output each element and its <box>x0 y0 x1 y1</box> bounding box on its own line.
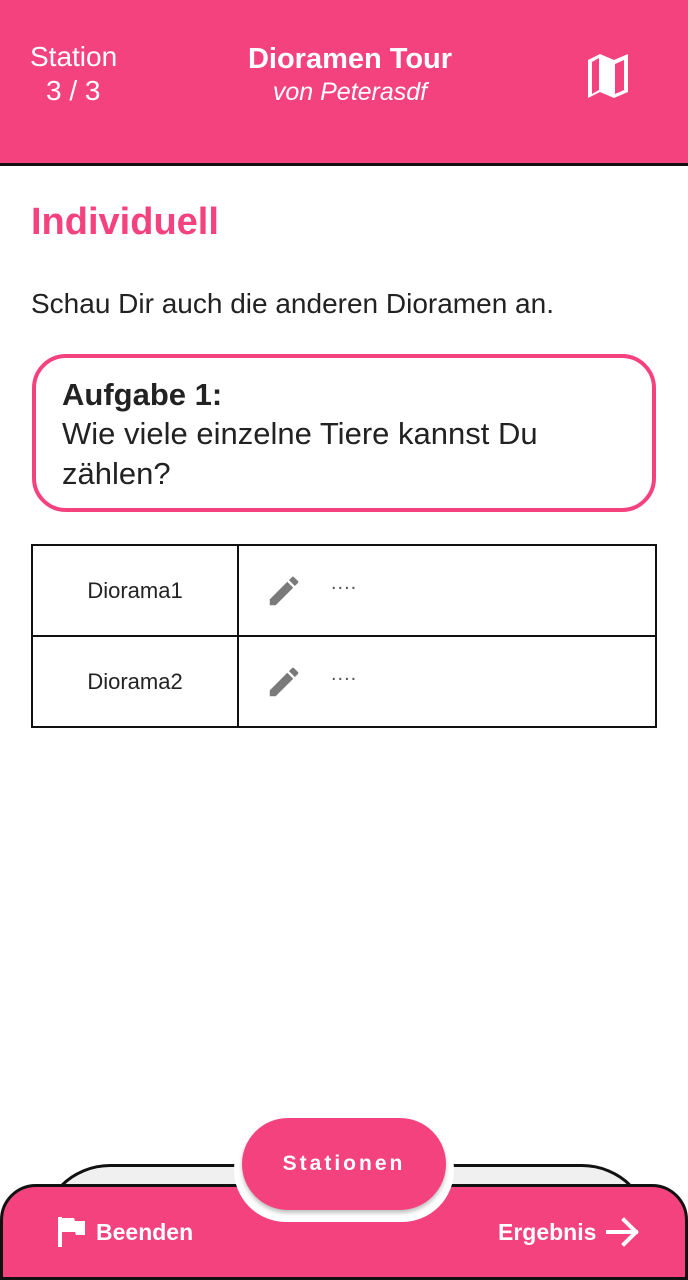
station-heading: Individuell <box>31 201 219 243</box>
answer-cell[interactable]: .... <box>237 544 657 637</box>
answer-value: .... <box>331 663 358 685</box>
table-row: Diorama1 .... <box>31 544 657 637</box>
station-indicator: Station 3 / 3 <box>30 40 130 108</box>
station-count: 3 / 3 <box>46 75 101 106</box>
end-button[interactable]: Beenden <box>56 1212 193 1252</box>
row-name: Diorama1 <box>31 544 239 637</box>
result-button[interactable]: Ergebnis <box>498 1212 640 1252</box>
intro-text: Schau Dir auch die anderen Dioramen an. <box>31 288 554 319</box>
row-name: Diorama2 <box>31 635 239 728</box>
task-text: Wie viele einzelne Tiere kannst Du zähle… <box>62 416 538 491</box>
tour-title: Dioramen Tour <box>247 43 453 75</box>
result-label: Ergebnis <box>498 1218 597 1245</box>
edit-icon[interactable] <box>265 572 303 610</box>
station-label: Station <box>30 41 118 72</box>
tour-author: von Peterasdf <box>272 78 428 106</box>
task-card: Aufgabe 1: Wie viele einzelne Tiere kann… <box>32 354 656 512</box>
end-label: Beenden <box>96 1218 194 1245</box>
task-label: Aufgabe 1: <box>62 377 223 412</box>
answer-cell[interactable]: .... <box>237 635 657 728</box>
table-row: Diorama2 .... <box>31 635 657 728</box>
tour-title-block: Dioramen Tour von Peterasdf <box>200 42 500 108</box>
app-header: Station 3 / 3 Dioramen Tour von Peterasd… <box>0 0 688 166</box>
answer-table: Diorama1 .... Diorama2 .... <box>31 544 657 728</box>
arrow-right-icon <box>606 1217 640 1247</box>
answer-value: .... <box>331 572 358 594</box>
map-icon <box>588 54 628 98</box>
stations-button[interactable]: Stationen <box>242 1118 446 1210</box>
edit-icon[interactable] <box>265 663 303 701</box>
map-button[interactable] <box>582 50 634 100</box>
flag-icon <box>58 1217 85 1247</box>
